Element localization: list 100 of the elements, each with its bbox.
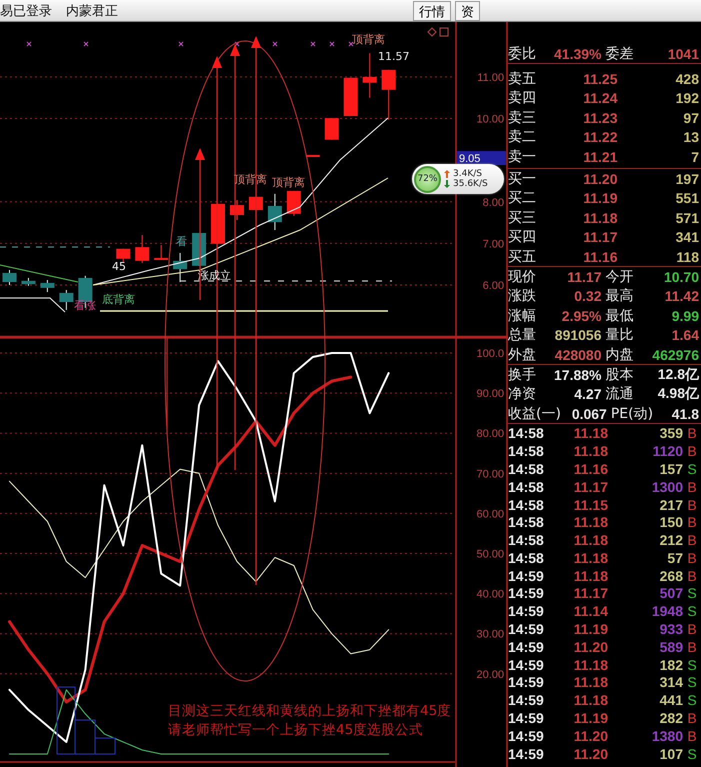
trade-price: 11.20 xyxy=(572,728,608,744)
stat-label: 内盘 xyxy=(606,346,634,364)
toolbar-button[interactable]: 行情 xyxy=(413,0,451,20)
trade-time: 14:58 xyxy=(508,425,545,442)
trade-time: 14:59 xyxy=(508,621,545,638)
current-price-label: 9.05 xyxy=(457,151,506,166)
ask-volume: 97 xyxy=(682,110,700,126)
trade-volume: 182 xyxy=(658,656,683,673)
trade-price: 11.20 xyxy=(572,638,608,655)
toolbar-button[interactable]: 资 xyxy=(455,0,480,20)
stat-value: 1.64 xyxy=(670,327,700,344)
volume-bars-drawing xyxy=(56,686,116,754)
trade-time: 14:58 xyxy=(508,550,545,566)
chart-annotation: 45 xyxy=(112,260,126,273)
stat-label: 涨跌 xyxy=(508,287,536,306)
trade-price: 11.18 xyxy=(572,550,608,566)
candlestick xyxy=(154,244,168,261)
bid-price: 11.20 xyxy=(582,171,618,188)
ask-label: 卖三 xyxy=(508,108,536,127)
ask-price: 11.22 xyxy=(582,129,618,146)
stat-value: 41.8 xyxy=(670,406,700,422)
stat-label: 股本 xyxy=(606,366,634,384)
trade-price: 11.17 xyxy=(572,478,608,495)
quote-label: 委差 xyxy=(606,44,634,63)
trade-time: 14:59 xyxy=(508,746,545,762)
trade-volume: 107 xyxy=(658,746,683,762)
chart-annotation: 11.57 xyxy=(378,50,410,63)
bid-price: 11.17 xyxy=(582,229,618,246)
trade-price: 11.18 xyxy=(572,514,608,530)
stat-value: 0.067 xyxy=(570,406,607,422)
trade-time: 14:59 xyxy=(508,638,545,655)
bid-label: 买二 xyxy=(508,189,536,208)
axis-label: 50.00 xyxy=(476,548,504,560)
candlestick xyxy=(286,190,301,216)
bid-label: 买五 xyxy=(508,248,536,266)
chart-mode-icon[interactable] xyxy=(427,27,448,37)
upload-arrow-icon xyxy=(444,170,450,178)
ask-price: 11.25 xyxy=(582,71,618,88)
axis-label: 40.00 xyxy=(476,588,504,601)
trade-time: 14:58 xyxy=(508,478,545,495)
stat-value: 9.99 xyxy=(670,308,700,324)
axis-label: 30.00 xyxy=(476,628,504,641)
trade-volume: 57 xyxy=(666,550,683,566)
trade-time: 14:59 xyxy=(508,674,545,690)
trade-side: S xyxy=(686,692,698,708)
trade-price: 11.18 xyxy=(572,568,608,584)
trade-side: B xyxy=(686,496,698,512)
trade-price: 11.18 xyxy=(572,532,608,548)
stat-value: 11.17 xyxy=(566,268,602,285)
bid-volume: 197 xyxy=(674,171,700,188)
ask-volume: 13 xyxy=(682,129,700,146)
trade-price: 11.18 xyxy=(572,674,608,690)
stat-label: 收益(一) xyxy=(508,404,561,423)
trade-side: B xyxy=(686,638,698,655)
trade-side: B xyxy=(686,425,698,442)
trade-time: 14:58 xyxy=(508,532,545,548)
candlestick xyxy=(324,118,339,140)
stat-label: 现价 xyxy=(508,268,536,286)
stat-label: 最高 xyxy=(606,287,634,306)
download-speed: 35.6K/S xyxy=(453,179,488,189)
trade-side: B xyxy=(686,710,698,726)
trade-time: 14:59 xyxy=(508,656,545,673)
trade-time: 14:58 xyxy=(508,496,545,512)
trade-side: B xyxy=(686,550,698,566)
stat-label: 换手 xyxy=(508,366,536,384)
bid-volume: 571 xyxy=(674,210,700,226)
bid-price: 11.16 xyxy=(582,248,618,265)
trade-time: 14:59 xyxy=(508,568,545,584)
trade-volume: 1380 xyxy=(650,728,683,744)
ask-label: 卖一 xyxy=(508,148,536,166)
quote-value: 41.39% xyxy=(553,46,602,62)
trade-time: 14:59 xyxy=(508,585,545,602)
trade-price: 11.17 xyxy=(572,585,608,602)
trade-price: 11.19 xyxy=(572,621,608,638)
trade-side: S xyxy=(686,746,698,762)
stat-value: 12.8亿 xyxy=(656,366,700,384)
axis-label: 6.00 xyxy=(482,280,504,292)
trade-volume: 359 xyxy=(658,425,683,442)
stat-label: 涨幅 xyxy=(508,306,536,325)
candlestick xyxy=(40,280,54,293)
stat-value: 428080 xyxy=(554,346,602,363)
axis-label: 10.00 xyxy=(476,114,504,126)
trade-side: S xyxy=(686,460,698,477)
trade-price: 11.18 xyxy=(572,443,608,460)
trade-volume: 217 xyxy=(658,496,683,512)
stat-label: 外盘 xyxy=(508,346,536,364)
stat-value: 4.98亿 xyxy=(656,385,700,404)
trade-side: S xyxy=(686,603,698,620)
trade-side: S xyxy=(686,656,698,673)
bid-volume: 118 xyxy=(675,248,700,265)
chart-annotation: 底背离 xyxy=(102,292,135,307)
download-arrow-icon xyxy=(444,180,450,188)
trade-time: 14:59 xyxy=(508,710,545,726)
stat-label: PE(动) xyxy=(610,404,654,423)
stat-value: 11.42 xyxy=(664,288,700,304)
trade-time: 14:59 xyxy=(508,603,545,620)
trade-price: 11.20 xyxy=(572,746,608,762)
trade-side: B xyxy=(686,728,698,744)
bid-label: 买一 xyxy=(508,170,536,188)
candlestick xyxy=(2,270,16,286)
